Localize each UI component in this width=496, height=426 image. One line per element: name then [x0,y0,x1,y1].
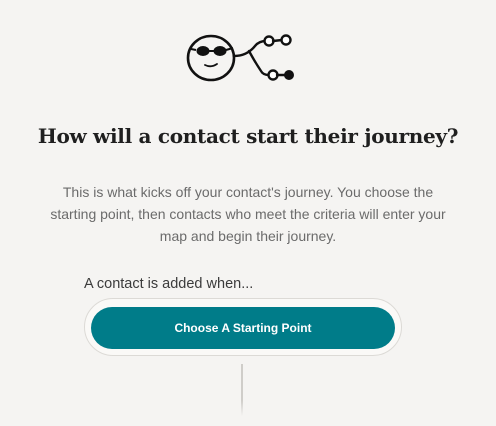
journey-description: This is what kicks off your contact's jo… [50,184,446,244]
starting-point-container: Choose A Starting Point [84,298,402,356]
choose-starting-point-button[interactable]: Choose A Starting Point [91,307,395,349]
trigger-label: A contact is added when... [84,276,254,292]
journey-connector-line [241,364,243,416]
face-with-branching-path-icon [183,28,303,90]
page-title: How will a contact start their journey? [37,124,459,148]
